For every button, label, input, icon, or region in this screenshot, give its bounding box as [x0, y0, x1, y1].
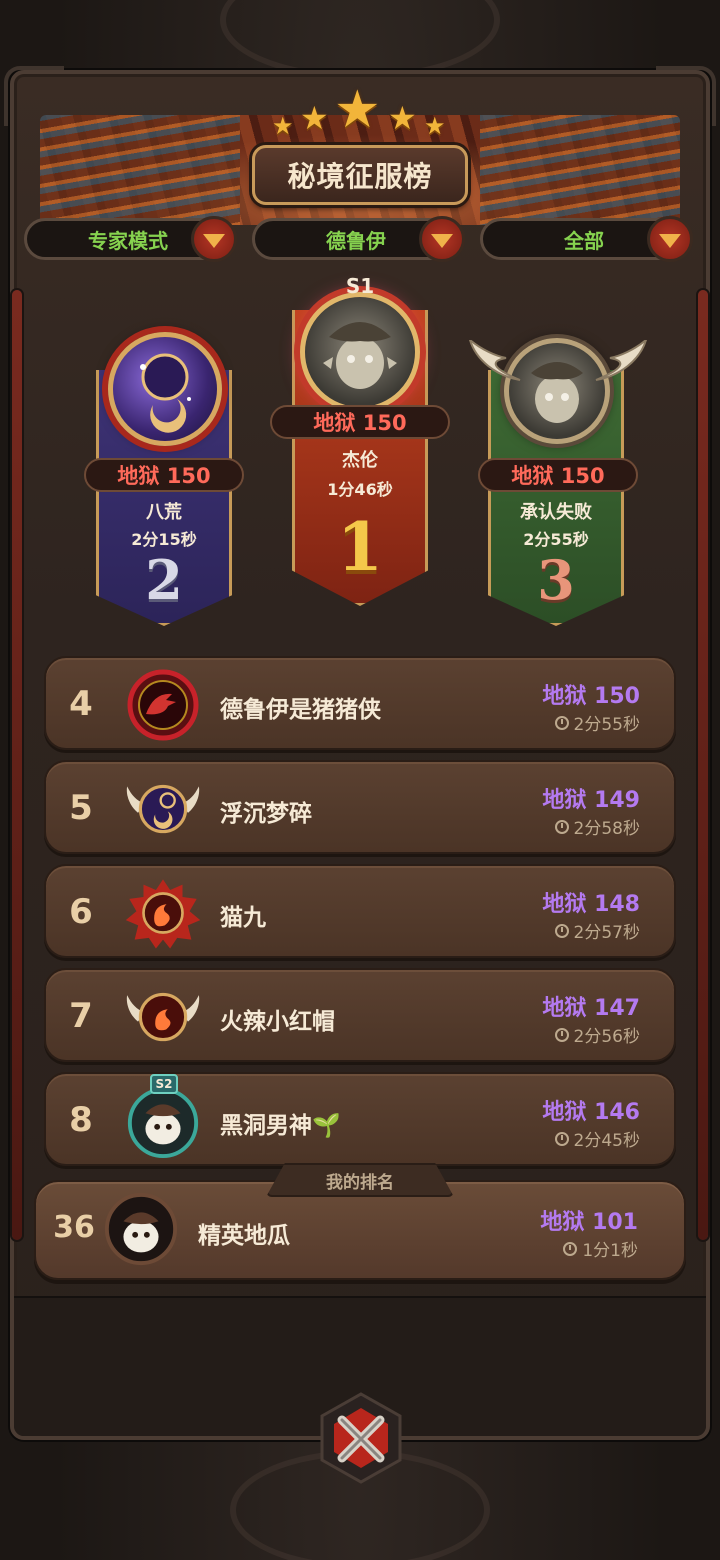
- filter-difficulty[interactable]: 专家模式: [24, 216, 237, 262]
- row-name: 浮沉梦碎: [220, 801, 312, 827]
- druid-avatar-icon: [124, 1084, 202, 1159]
- page-title: 秘境征服榜: [252, 145, 468, 205]
- close-button[interactable]: [318, 1390, 404, 1486]
- my-time: 1分1秒: [563, 1236, 638, 1261]
- podium-3-rank: 3: [537, 548, 575, 612]
- podium-2-score: 地狱 150: [84, 458, 244, 492]
- my-rank-number: 36: [53, 1210, 95, 1245]
- clock-icon: [554, 923, 569, 938]
- row-time: 2分58秒: [554, 814, 640, 839]
- filter-scope-label: 全部: [564, 228, 604, 253]
- star-icon: ★: [424, 112, 446, 140]
- chevron-down-icon[interactable]: [647, 216, 693, 262]
- podium-3-time: 2分55秒: [523, 530, 589, 549]
- moon-emblem-icon: [124, 772, 202, 846]
- my-time-value: 1分1秒: [582, 1241, 638, 1261]
- list-item[interactable]: 8 S2 黑洞男神🌱 地狱 146 2分45秒: [44, 1072, 676, 1166]
- row-name: 火辣小红帽: [220, 1009, 335, 1035]
- row-time: 2分55秒: [554, 710, 640, 735]
- my-name: 精英地瓜: [198, 1223, 290, 1249]
- row-time-value: 2分55秒: [573, 715, 640, 735]
- right-rail: [698, 290, 708, 1240]
- list-item[interactable]: 5 浮沉梦碎 地狱 149 2分58秒: [44, 760, 676, 854]
- row-time: 2分57秒: [554, 918, 640, 943]
- dragon-emblem-icon: [124, 668, 202, 742]
- row-time: 2分56秒: [554, 1022, 640, 1047]
- row-time-value: 2分56秒: [573, 1027, 640, 1047]
- row-name: 德鲁伊是猪猪侠: [220, 697, 381, 723]
- row-score: 地狱 146: [542, 1100, 640, 1125]
- podium-1-time: 1分46秒: [327, 480, 393, 499]
- row-rank: 6: [69, 892, 93, 932]
- wing-left-icon: [468, 340, 521, 381]
- druid-avatar-icon: [300, 292, 420, 412]
- list-item[interactable]: 7 火辣小红帽 地狱 147 2分56秒: [44, 968, 676, 1062]
- podium-1-rank: 1: [337, 508, 383, 586]
- star-icon: ★: [272, 112, 294, 140]
- row-time: 2分45秒: [554, 1126, 640, 1151]
- star-icon: ★: [388, 99, 417, 137]
- clock-icon: [554, 715, 569, 730]
- podium-2-rank: 2: [145, 548, 183, 612]
- row-name: 黑洞男神🌱: [220, 1113, 341, 1139]
- wing-right-icon: [595, 340, 648, 381]
- clock-icon: [554, 819, 569, 834]
- my-score: 地狱 101: [540, 1210, 638, 1235]
- filter-scope[interactable]: 全部: [480, 216, 693, 262]
- clock-icon: [554, 1131, 569, 1146]
- season-badge: S2: [150, 1074, 178, 1094]
- row-name: 猫九: [220, 905, 266, 931]
- filter-difficulty-label: 专家模式: [88, 228, 168, 253]
- my-rank-tag: 我的排名: [266, 1163, 454, 1197]
- row-score: 地狱 149: [542, 788, 640, 813]
- clock-icon: [554, 1027, 569, 1042]
- clock-icon: [563, 1241, 578, 1256]
- left-rail: [12, 290, 22, 1240]
- row-rank: 7: [69, 996, 93, 1036]
- filter-class-label: 德鲁伊: [326, 228, 386, 253]
- podium-3-score: 地狱 150: [478, 458, 638, 492]
- my-avatar-icon: [102, 1192, 180, 1266]
- chevron-down-icon[interactable]: [419, 216, 465, 262]
- filter-class[interactable]: 德鲁伊: [252, 216, 465, 262]
- star-icon: ★: [334, 80, 381, 140]
- podium-1-name: 杰伦: [342, 450, 378, 471]
- row-rank: 4: [69, 684, 93, 724]
- list-item[interactable]: 6 猫九 地狱 148 2分57秒: [44, 864, 676, 958]
- list-item[interactable]: 4 德鲁伊是猪猪侠 地狱 150 2分55秒: [44, 656, 676, 750]
- row-rank: 5: [69, 788, 93, 828]
- row-rank: 8: [69, 1100, 93, 1140]
- row-time-value: 2分58秒: [573, 819, 640, 839]
- podium-2-time: 2分15秒: [131, 530, 197, 549]
- chevron-down-icon[interactable]: [191, 216, 237, 262]
- row-score: 地狱 147: [542, 996, 640, 1021]
- close-icon: [320, 1392, 402, 1484]
- row-score: 地狱 150: [542, 684, 640, 709]
- row-time-value: 2分45秒: [573, 1131, 640, 1151]
- rating-stars: ★ ★ ★ ★ ★: [270, 84, 450, 148]
- star-icon: ★: [300, 99, 329, 137]
- season-badge: S1: [345, 274, 375, 298]
- podium-1-score: 地狱 150: [270, 405, 450, 439]
- row-time-value: 2分57秒: [573, 923, 640, 943]
- fire-emblem-icon: [124, 876, 202, 950]
- moon-emblem-icon: [108, 332, 222, 446]
- podium-3-name: 承认失败: [520, 502, 592, 523]
- fire-wing-emblem-icon: [124, 980, 202, 1054]
- row-score: 地狱 148: [542, 892, 640, 917]
- podium-2-name: 八荒: [146, 502, 182, 523]
